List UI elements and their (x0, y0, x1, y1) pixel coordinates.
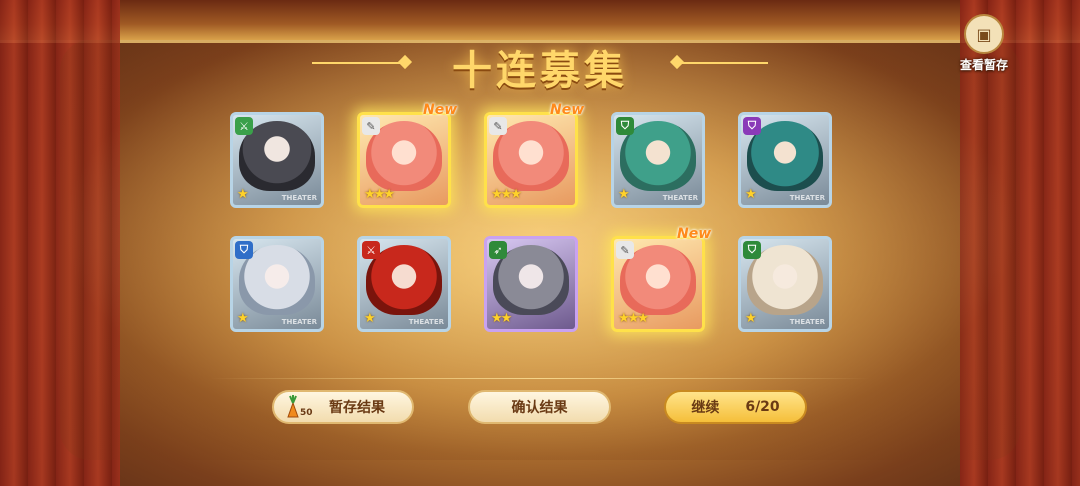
hero-card[interactable]: ⛉ ★ THEATER (611, 112, 705, 208)
new-badge: New (550, 102, 585, 118)
sword-icon: ⚔ (235, 117, 253, 135)
sword-icon: ⚔ (362, 241, 380, 259)
hero-card[interactable]: ➶ ★★ (484, 236, 578, 332)
star-rating: ★ (745, 187, 757, 202)
hero-card[interactable]: ✎ ★★★ (484, 112, 578, 208)
shield-icon: ⛉ (743, 117, 761, 135)
continue-count: 6/20 (745, 399, 780, 415)
continue-label: 继续 (691, 400, 720, 416)
divider (210, 378, 870, 379)
shield-icon: ⛉ (235, 241, 253, 259)
hero-card[interactable]: ⛉ ★ THEATER (738, 112, 832, 208)
hero-card[interactable]: ⚔ ★ THEATER (357, 236, 451, 332)
card-watermark: THEATER (408, 318, 444, 326)
bow-icon: ➶ (489, 241, 507, 259)
staff-icon: ✎ (489, 117, 507, 135)
star-rating: ★ (364, 311, 376, 326)
star-rating: ★ (237, 187, 249, 202)
continue-button[interactable]: 继续 6/20 (664, 390, 807, 424)
box-icon: ▣ (964, 14, 1004, 54)
star-rating: ★★★ (618, 311, 649, 326)
hero-card[interactable]: ✎ ★★★ (357, 112, 451, 208)
card-grid: ⚔ ★ THEATER ✎ ★★★ New ✎ ★★★ New ⛉ ★ THEATER ⛉ ★ THEATE… (230, 102, 840, 338)
page-title: 十连募集 (452, 48, 628, 94)
star-rating: ★ (745, 311, 757, 326)
title-wrap: 十连募集 (0, 38, 1080, 96)
staff-icon: ✎ (616, 241, 634, 259)
card-watermark: THEATER (281, 194, 317, 202)
shield-icon: ⛉ (616, 117, 634, 135)
shield-icon: ⛉ (743, 241, 761, 259)
save-result-button[interactable]: 50 暂存结果 (272, 390, 414, 424)
hero-card[interactable]: ⚔ ★ THEATER (230, 112, 324, 208)
star-rating: ★★★ (491, 187, 522, 202)
confirm-result-button[interactable]: 确认结果 (468, 390, 611, 424)
card-watermark: THEATER (789, 194, 825, 202)
card-watermark: THEATER (281, 318, 317, 326)
star-rating: ★★ (491, 311, 512, 326)
new-badge: New (423, 102, 458, 118)
save-result-label: 暂存结果 (329, 400, 385, 416)
star-rating: ★ (618, 187, 630, 202)
card-watermark: THEATER (789, 318, 825, 326)
view-storage-label: 查看暂存 (959, 58, 1008, 72)
stage-valance (0, 0, 1080, 43)
staff-icon: ✎ (362, 117, 380, 135)
hero-card[interactable]: ⛉ ★ THEATER (230, 236, 324, 332)
view-storage-button[interactable]: ▣ 查看暂存 (952, 14, 1016, 73)
new-badge: New (677, 226, 712, 242)
hero-card[interactable]: ⛉ ★ THEATER (738, 236, 832, 332)
star-rating: ★★★ (364, 187, 395, 202)
card-watermark: THEATER (662, 194, 698, 202)
star-rating: ★ (237, 311, 249, 326)
save-cost: 50 (300, 408, 313, 418)
hero-card[interactable]: ✎ ★★★ (611, 236, 705, 332)
confirm-result-label: 确认结果 (511, 400, 568, 416)
